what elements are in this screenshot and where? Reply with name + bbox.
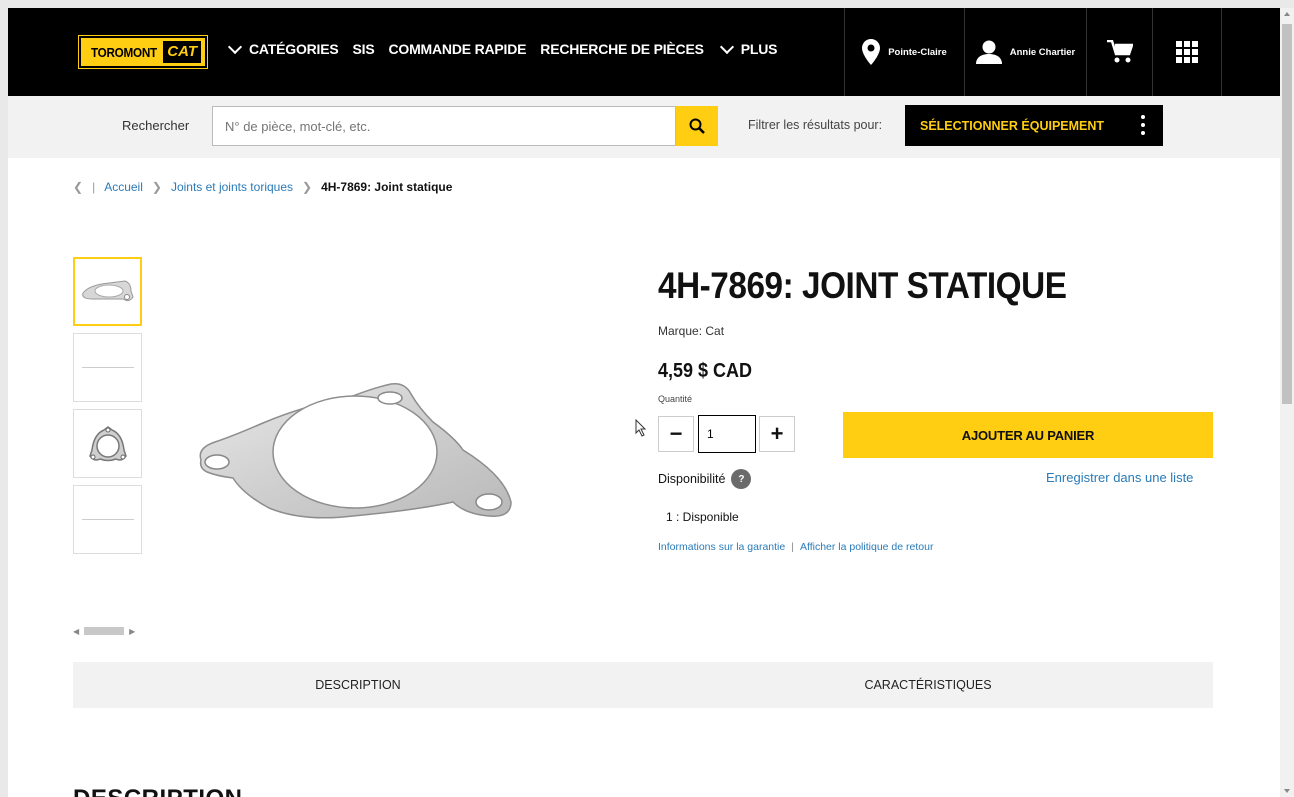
add-to-cart-button[interactable]: AJOUTER AU PANIER [843, 412, 1213, 458]
policy-links: Informations sur la garantie | Afficher … [658, 541, 933, 553]
product-main-image [199, 382, 512, 519]
thumbnail-gasket-flat[interactable] [73, 257, 142, 326]
page-scroll-thumb[interactable] [1282, 24, 1292, 404]
cart-button[interactable] [1086, 8, 1152, 96]
back-chevron-icon[interactable]: ❮ [73, 180, 83, 194]
chevron-down-icon [719, 39, 734, 54]
thumbnail-gasket-front[interactable] [73, 409, 142, 478]
more-options-icon[interactable] [1141, 115, 1145, 135]
thumbnail-scrollbar[interactable]: ◀ ▶ [73, 624, 155, 638]
map-pin-icon [862, 39, 881, 65]
breadcrumb-home[interactable]: Accueil [104, 180, 143, 194]
nav-sis[interactable]: SIS [353, 41, 375, 57]
nav-label: RECHERCHE DE PIÈCES [540, 41, 704, 57]
select-equipment-label: SÉLECTIONNER ÉQUIPEMENT [920, 118, 1105, 133]
shopping-cart-icon [1106, 40, 1133, 63]
gasket-front-thumbnail-image [88, 425, 127, 461]
quantity-input[interactable] [698, 415, 756, 453]
availability-label: Disponibilité [658, 472, 726, 486]
tab-description[interactable]: DESCRIPTION [73, 662, 643, 708]
nav-label: COMMANDE RAPIDE [388, 41, 527, 57]
plus-icon: + [770, 421, 784, 446]
store-location-button[interactable]: Pointe-Claire [844, 8, 964, 96]
nav-parts-search[interactable]: RECHERCHE DE PIÈCES [540, 41, 704, 57]
scroll-up-icon[interactable] [1284, 12, 1290, 16]
save-to-list-link[interactable]: Enregistrer dans une liste [1046, 470, 1193, 485]
search-icon [689, 118, 705, 134]
availability: Disponibilité ? [658, 469, 752, 489]
location-name: Pointe-Claire [888, 46, 947, 58]
window-top-edge [0, 0, 1294, 8]
description-heading: DESCRIPTION [73, 785, 243, 797]
mouse-cursor-icon [635, 419, 647, 437]
question-mark-icon[interactable]: ? [731, 469, 752, 489]
nav-more[interactable]: PLUS [718, 39, 778, 57]
gasket-side-thumbnail-image [81, 519, 134, 520]
breadcrumb-divider: | [92, 180, 96, 194]
breadcrumb-current: 4H-7869: Joint statique [321, 180, 453, 194]
user-icon [975, 40, 1002, 64]
nav-label: PLUS [740, 41, 778, 57]
logo-text: TOROMONT [91, 44, 157, 60]
product-brand: Marque: Cat [658, 324, 725, 338]
gasket-thumbnail-image [81, 279, 134, 301]
toromont-cat-logo[interactable]: TOROMONT CAT [78, 35, 208, 69]
thumbnail-scroll-thumb[interactable] [84, 627, 125, 635]
search-input[interactable] [212, 106, 676, 146]
page-scrollbar[interactable] [1280, 8, 1294, 797]
gasket-edge-thumbnail-image [81, 367, 134, 368]
user-account-button[interactable]: Annie Chartier [964, 8, 1086, 96]
scroll-right-icon[interactable]: ▶ [129, 627, 135, 636]
search-button[interactable] [676, 106, 718, 146]
chevron-down-icon [227, 39, 243, 54]
top-navigation-bar: TOROMONT CAT CATÉGORIES SIS COMMANDE RAP… [8, 8, 1280, 96]
product-title: 4H-7869: JOINT STATIQUE [658, 265, 1067, 306]
breadcrumb: ❮ | Accueil ❯ Joints et joints toriques … [73, 180, 452, 194]
nav-categories[interactable]: CATÉGORIES [227, 39, 339, 57]
page: TOROMONT CAT CATÉGORIES SIS COMMANDE RAP… [8, 8, 1280, 797]
header-utilities: Pointe-Claire Annie Chartier [844, 8, 1222, 96]
product-tabs: DESCRIPTION CARACTÉRISTIQUES [73, 662, 1213, 708]
stock-status: 1 : Disponible [666, 510, 739, 524]
breadcrumb-category[interactable]: Joints et joints toriques [171, 180, 293, 194]
warranty-link[interactable]: Informations sur la garantie [658, 541, 785, 553]
quantity-increase-button[interactable]: + [759, 416, 795, 452]
quantity-label: Quantité [658, 394, 693, 404]
link-divider: | [791, 541, 794, 553]
return-policy-link[interactable]: Afficher la politique de retour [800, 541, 933, 553]
apps-menu-button[interactable] [1152, 8, 1222, 96]
thumbnail-gallery [73, 257, 142, 561]
chevron-right-icon: ❯ [151, 180, 162, 194]
minus-icon: − [669, 421, 683, 446]
filter-label: Filtrer les résultats pour: [748, 118, 883, 132]
window-left-edge [0, 0, 8, 797]
scroll-left-icon[interactable]: ◀ [73, 627, 79, 636]
tab-specifications[interactable]: CARACTÉRISTIQUES [643, 662, 1213, 708]
search-label: Rechercher [122, 118, 190, 133]
thumbnail-gasket-edge[interactable] [73, 333, 142, 402]
quantity-decrease-button[interactable]: − [658, 416, 694, 452]
chevron-right-icon: ❯ [302, 180, 313, 194]
nav-label: SIS [352, 41, 375, 57]
nav-label: CATÉGORIES [249, 41, 339, 57]
nav-quick-order[interactable]: COMMANDE RAPIDE [389, 41, 527, 57]
select-equipment-button[interactable]: SÉLECTIONNER ÉQUIPEMENT [905, 105, 1163, 146]
main-nav: CATÉGORIES SIS COMMANDE RAPIDE RECHERCHE… [227, 39, 778, 57]
scroll-down-icon[interactable] [1284, 789, 1290, 793]
search-bar: Rechercher Filtrer les résultats pour: S… [8, 96, 1280, 158]
grid-menu-icon [1176, 41, 1198, 63]
product-price: 4,59 $ CAD [658, 360, 753, 382]
cat-logo-badge: CAT [163, 41, 201, 63]
thumbnail-gasket-side[interactable] [73, 485, 142, 554]
user-name: Annie Chartier [1009, 46, 1076, 58]
